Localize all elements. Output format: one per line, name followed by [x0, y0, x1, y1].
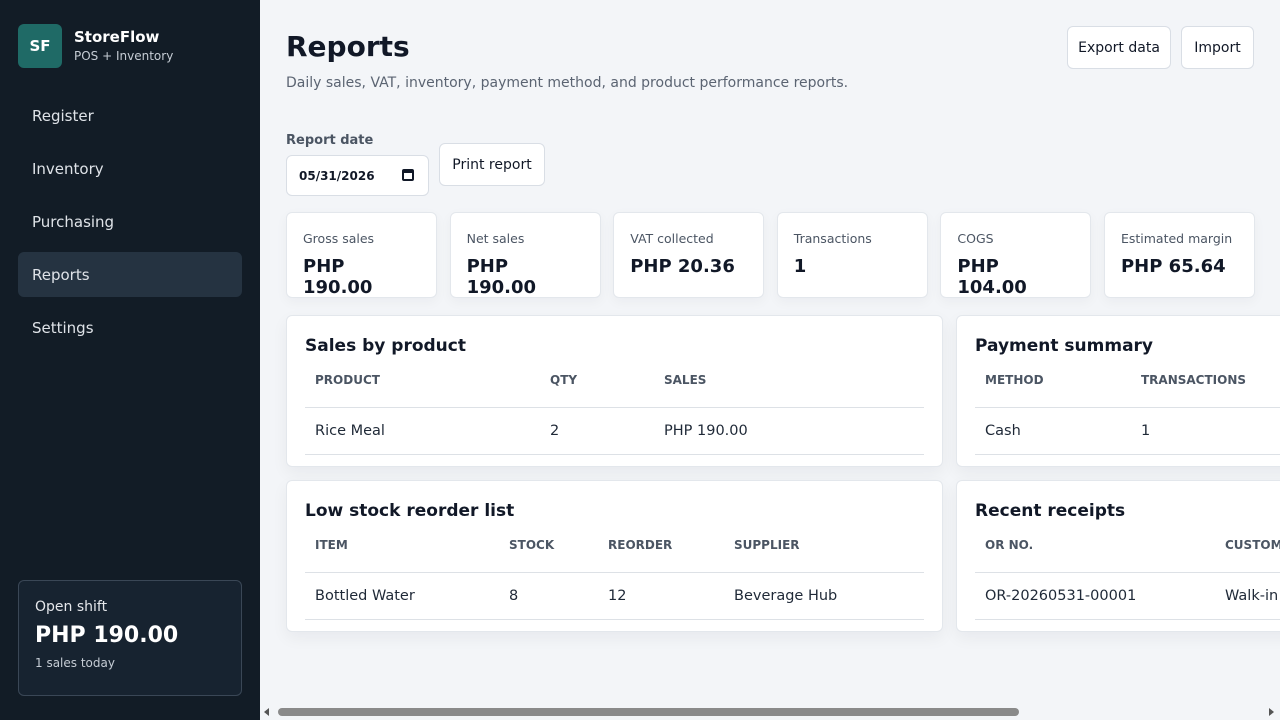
table-cell: 2 [550, 423, 560, 439]
brand: SF StoreFlow POS + Inventory [18, 24, 173, 68]
sidebar-item-inventory[interactable]: Inventory [18, 146, 242, 191]
stat-label: VAT collected [630, 231, 714, 246]
page-title: Reports [286, 30, 410, 63]
sidebar-item-purchasing[interactable]: Purchasing [18, 199, 242, 244]
table-row: OR-20260531-00001 Walk-in [975, 573, 1280, 620]
stat-label: Transactions [793, 231, 872, 246]
stat-card-vat-collected: VAT collected PHP 20.36 [613, 212, 765, 298]
table-row: Bottled Water 8 12 Beverage Hub [305, 573, 924, 620]
column-header: SUPPLIER [734, 538, 800, 552]
shift-amount: PHP 190.00 [35, 623, 179, 648]
sidebar-nav: Register Inventory Purchasing Reports Se… [18, 93, 242, 358]
page-subtitle: Daily sales, VAT, inventory, payment met… [286, 75, 849, 91]
stat-label: Net sales [466, 231, 525, 246]
stat-value: PHP 20.36 [630, 256, 735, 277]
recent-receipts-table: OR NO. CUSTOMER OR-20260531-00001 Walk-i… [975, 537, 1280, 620]
stats-row: Gross sales PHP 190.00 Net sales PHP 190… [286, 212, 1255, 298]
stat-value: PHP 65.64 [1120, 256, 1226, 277]
shift-label: Open shift [35, 599, 108, 615]
table-header-row: OR NO. CUSTOMER [975, 537, 1280, 573]
stat-value: PHP 104.00 [957, 256, 1027, 298]
column-header: OR NO. [985, 538, 1034, 552]
sidebar-item-reports[interactable]: Reports [18, 252, 242, 297]
column-header: PRODUCT [315, 373, 380, 387]
card-title: Sales by product [305, 336, 466, 356]
stat-card-gross-sales: Gross sales PHP 190.00 [286, 212, 437, 298]
export-data-button[interactable]: Export data [1067, 26, 1171, 69]
recent-receipts-card: Recent receipts OR NO. CUSTOMER OR-20260… [956, 480, 1280, 632]
scrollbar-thumb[interactable] [278, 708, 1019, 716]
stat-card-estimated-margin: Estimated margin PHP 65.64 [1103, 212, 1255, 298]
card-title: Payment summary [975, 336, 1154, 356]
table-cell: OR-20260531-00001 [985, 588, 1137, 604]
stat-card-net-sales: Net sales PHP 190.00 [449, 212, 601, 298]
card-title: Low stock reorder list [305, 501, 515, 521]
table-header-row: ITEM STOCK REORDER SUPPLIER [305, 537, 924, 573]
column-header: SALES [664, 373, 707, 387]
stat-value: 1 [793, 256, 807, 277]
stat-card-cogs: COGS PHP 104.00 [940, 212, 1092, 298]
payment-summary-card: Payment summary METHOD TRANSACTIONS Cash… [956, 315, 1280, 467]
stat-label: COGS [957, 231, 994, 246]
stat-label: Gross sales [303, 231, 375, 246]
column-header: STOCK [509, 538, 555, 552]
payment-summary-table: METHOD TRANSACTIONS Cash 1 [975, 372, 1280, 455]
stat-label: Estimated margin [1120, 231, 1233, 246]
sidebar-item-settings[interactable]: Settings [18, 305, 242, 350]
horizontal-scrollbar[interactable] [260, 704, 1280, 720]
table-cell: 1 [1141, 423, 1151, 439]
table-header-row: METHOD TRANSACTIONS [975, 372, 1280, 408]
sales-by-product-table: PRODUCT QTY SALES Rice Meal 2 PHP 190.00 [305, 372, 924, 455]
table-cell: Walk-in [1225, 588, 1279, 604]
column-header: QTY [550, 373, 578, 387]
sidebar: SF StoreFlow POS + Inventory Register In… [0, 0, 260, 720]
report-date-input[interactable]: 05/31/2026 [286, 155, 429, 196]
import-button[interactable]: Import [1181, 26, 1254, 69]
table-header-row: PRODUCT QTY SALES [305, 372, 924, 408]
shift-sales-count: 1 sales today [35, 656, 115, 670]
table-cell: 12 [608, 588, 627, 604]
table-cell: Rice Meal [315, 423, 385, 439]
print-report-button[interactable]: Print report [439, 143, 545, 186]
stat-value: PHP 190.00 [466, 256, 537, 298]
scroll-left-icon[interactable] [264, 708, 269, 716]
column-header: REORDER [608, 538, 673, 552]
table-cell: Beverage Hub [734, 588, 838, 604]
table-cell: Cash [985, 423, 1021, 439]
card-title: Recent receipts [975, 501, 1126, 521]
main-content: Reports Daily sales, VAT, inventory, pay… [260, 0, 1280, 720]
column-header: ITEM [315, 538, 348, 552]
column-header: CUSTOMER [1225, 538, 1280, 552]
table-cell: PHP 190.00 [664, 423, 748, 439]
stat-value: PHP 190.00 [303, 256, 373, 298]
open-shift-panel: Open shift PHP 190.00 1 sales today [18, 580, 242, 696]
table-cell: 8 [509, 588, 519, 604]
table-row: Cash 1 [975, 408, 1280, 455]
stat-card-transactions: Transactions 1 [776, 212, 928, 298]
app-subtitle: POS + Inventory [74, 49, 174, 63]
scroll-right-icon[interactable] [1269, 708, 1274, 716]
table-row: Rice Meal 2 PHP 190.00 [305, 408, 924, 455]
column-header: TRANSACTIONS [1141, 373, 1247, 387]
report-date-label: Report date [286, 133, 374, 148]
column-header: METHOD [985, 373, 1044, 387]
calendar-icon[interactable] [402, 169, 414, 181]
low-stock-card: Low stock reorder list ITEM STOCK REORDE… [286, 480, 943, 632]
app-logo: SF [18, 24, 62, 68]
app-name: StoreFlow [74, 28, 160, 46]
sidebar-item-register[interactable]: Register [18, 93, 242, 138]
report-date-value: 05/31/2026 [299, 168, 375, 183]
table-cell: Bottled Water [315, 588, 415, 604]
low-stock-table: ITEM STOCK REORDER SUPPLIER Bottled Wate… [305, 537, 924, 620]
sales-by-product-card: Sales by product PRODUCT QTY SALES Rice … [286, 315, 943, 467]
